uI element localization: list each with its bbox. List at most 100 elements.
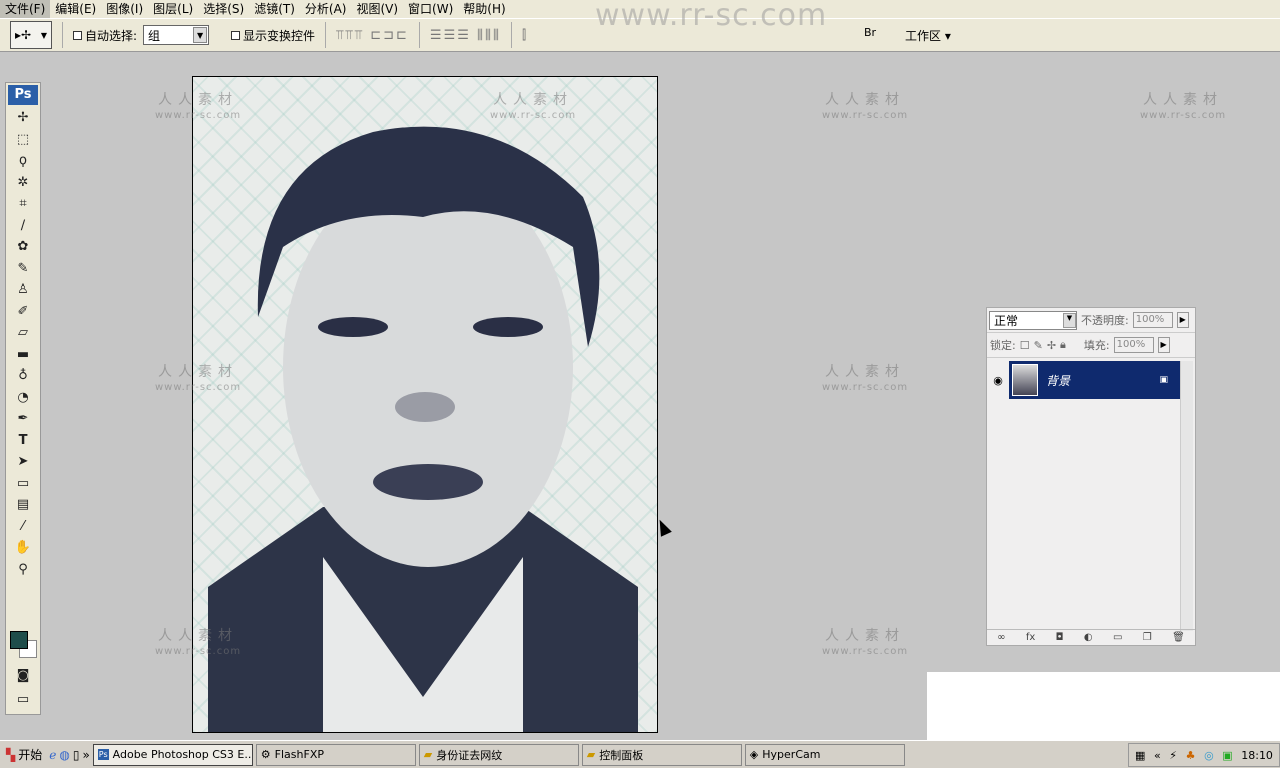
slice-tool-icon[interactable]: ∕ bbox=[6, 215, 40, 237]
layers-scrollbar[interactable] bbox=[1180, 361, 1193, 631]
zoom-tool-icon[interactable]: ⚲ bbox=[6, 559, 40, 581]
ie-icon[interactable]: ℯ bbox=[49, 748, 56, 762]
marquee-tool-icon[interactable]: ⬚ bbox=[6, 129, 40, 151]
shape-tool-icon[interactable]: ▭ bbox=[6, 473, 40, 495]
quicklaunch-icon[interactable]: ◍ bbox=[59, 748, 69, 762]
lasso-tool-icon[interactable]: ϙ bbox=[6, 150, 40, 172]
healing-brush-icon[interactable]: ✿ bbox=[6, 236, 40, 258]
clock: 18:10 bbox=[1241, 748, 1273, 762]
folder-icon: ▰ bbox=[423, 748, 433, 761]
qq-icon[interactable]: ♣ bbox=[1186, 749, 1196, 762]
history-brush-icon[interactable]: ✐ bbox=[6, 301, 40, 323]
document-canvas[interactable] bbox=[192, 76, 658, 733]
bridge-icon[interactable]: Br bbox=[864, 26, 886, 44]
keyboard-icon[interactable]: ▦ bbox=[1135, 749, 1145, 762]
lock-transparency-icon[interactable]: ☐ bbox=[1020, 339, 1030, 352]
eyedropper-icon[interactable]: ⁄ bbox=[6, 516, 40, 538]
fill-input[interactable]: 100% bbox=[1113, 337, 1154, 353]
menu-view[interactable]: 视图(V) bbox=[351, 0, 403, 18]
fill-slider-arrow[interactable]: ▶ bbox=[1157, 337, 1170, 353]
foreground-color-swatch[interactable] bbox=[10, 631, 28, 649]
layer-style-icon[interactable]: fx bbox=[1026, 632, 1035, 643]
workspace-button[interactable]: 工作区 ▾ bbox=[905, 27, 951, 44]
pen-tool-icon[interactable]: ✒ bbox=[6, 408, 40, 430]
eye-icon[interactable]: ◉ bbox=[987, 374, 1009, 387]
task-flashfxp[interactable]: ⚙ FlashFXP bbox=[255, 743, 416, 766]
task-hypercam[interactable]: ◈ HyperCam bbox=[744, 743, 905, 766]
ps-logo: Ps bbox=[8, 85, 38, 105]
layer-row[interactable]: ◉ 背景 ▣ bbox=[987, 361, 1182, 399]
chevron-down-icon: ▼ bbox=[193, 27, 208, 43]
move-tool-icon[interactable]: ✢ bbox=[6, 107, 40, 129]
task-photoshop[interactable]: Ps Adobe Photoshop CS3 E... bbox=[92, 743, 253, 766]
globe-icon[interactable]: ◎ bbox=[1204, 749, 1214, 762]
distribute-buttons[interactable]: ☰☰☰ ⫼⫼⫼ bbox=[430, 28, 501, 43]
type-tool-icon[interactable]: T bbox=[6, 430, 40, 452]
auto-select-checkbox[interactable]: 自动选择: bbox=[73, 27, 137, 44]
menu-edit[interactable]: 编辑(E) bbox=[50, 0, 101, 18]
menu-layer[interactable]: 图层(L) bbox=[148, 0, 198, 18]
align-buttons[interactable]: ⫪⫪⫪ ⊏⊐⊏ bbox=[336, 28, 409, 43]
lock-label: 锁定: bbox=[990, 339, 1016, 352]
brush-tool-icon[interactable]: ✎ bbox=[6, 258, 40, 280]
auto-select-dropdown[interactable]: 组 ▼ bbox=[143, 25, 210, 45]
tool-preset-picker[interactable]: ▸✢ ▼ bbox=[10, 21, 52, 49]
toolbox: Ps ✢ ⬚ ϙ ✲ ⌗ ∕ ✿ ✎ ♙ ✐ ▱ ▬ ♁ ◔ ✒ T ➤ ▭ ▤… bbox=[5, 82, 41, 715]
adjustment-layer-icon[interactable]: ◐ bbox=[1084, 632, 1093, 643]
add-mask-icon[interactable]: ◘ bbox=[1056, 632, 1064, 643]
opacity-input[interactable]: 100% bbox=[1132, 312, 1173, 328]
task-control-panel[interactable]: ▰ 控制面板 bbox=[581, 743, 742, 766]
lock-all-icon[interactable]: 🔒︎ bbox=[1060, 338, 1066, 352]
menu-bar: 文件(F) 编辑(E) 图像(I) 图层(L) 选择(S) 滤镜(T) 分析(A… bbox=[0, 0, 1280, 18]
notes-tool-icon[interactable]: ▤ bbox=[6, 494, 40, 516]
show-transform-checkbox[interactable]: 显示变换控件 bbox=[231, 27, 315, 44]
menu-filter[interactable]: 滤镜(T) bbox=[249, 0, 300, 18]
dodge-tool-icon[interactable]: ◔ bbox=[6, 387, 40, 409]
magic-wand-icon[interactable]: ✲ bbox=[6, 172, 40, 194]
new-group-icon[interactable]: ▭ bbox=[1113, 632, 1122, 643]
blur-tool-icon[interactable]: ♁ bbox=[6, 365, 40, 387]
lock-icon: ▣ bbox=[1159, 375, 1168, 385]
tray-expand-icon[interactable]: « bbox=[1154, 749, 1161, 762]
crop-tool-icon[interactable]: ⌗ bbox=[6, 193, 40, 215]
options-bar: ▸✢ ▼ 自动选择: 组 ▼ 显示变换控件 ⫪⫪⫪ ⊏⊐⊏ ☰☰☰ ⫼⫼⫼ ⫿ Br… bbox=[0, 18, 1280, 52]
auto-align-button[interactable]: ⫿ bbox=[522, 28, 528, 43]
trash-icon[interactable]: 🗑︎ bbox=[1172, 632, 1185, 643]
link-layers-icon[interactable]: ∞ bbox=[997, 632, 1005, 643]
menu-file[interactable]: 文件(F) bbox=[0, 0, 51, 18]
chevron-down-icon: ▼ bbox=[40, 30, 47, 40]
desktop-icon[interactable]: ▯ bbox=[73, 748, 80, 762]
fill-label: 填充: bbox=[1083, 339, 1110, 352]
watermark: 人人素材 www.rr-sc.com bbox=[822, 364, 909, 393]
menu-select[interactable]: 选择(S) bbox=[198, 0, 249, 18]
task-label: FlashFXP bbox=[274, 748, 324, 761]
monitor-icon[interactable]: ▣ bbox=[1222, 749, 1232, 762]
menu-analysis[interactable]: 分析(A) bbox=[300, 0, 352, 18]
menu-help[interactable]: 帮助(H) bbox=[458, 0, 510, 18]
eraser-tool-icon[interactable]: ▱ bbox=[6, 322, 40, 344]
layer-name: 背景 bbox=[1046, 373, 1071, 388]
task-folder[interactable]: ▰ 身份证去网纹 bbox=[418, 743, 579, 766]
lock-pixels-icon[interactable]: ✎ bbox=[1034, 339, 1043, 352]
flashfxp-icon: ⚙ bbox=[260, 748, 271, 761]
gradient-tool-icon[interactable]: ▬ bbox=[6, 344, 40, 366]
auto-select-label: 自动选择: bbox=[85, 28, 138, 43]
clone-stamp-icon[interactable]: ♙ bbox=[6, 279, 40, 301]
opacity-slider-arrow[interactable]: ▶ bbox=[1176, 312, 1189, 328]
folder-icon: ▰ bbox=[586, 748, 596, 761]
menu-image[interactable]: 图像(I) bbox=[101, 0, 148, 18]
screen-mode-icon[interactable]: ▭ bbox=[6, 689, 40, 711]
start-button[interactable]: ▚ 开始 bbox=[2, 744, 46, 766]
quick-mask-icon[interactable]: ◙ bbox=[6, 665, 40, 687]
more-chevron-icon[interactable]: » bbox=[82, 748, 89, 762]
blend-mode-dropdown[interactable]: 正常 ▼ bbox=[989, 310, 1077, 330]
blend-mode-value: 正常 bbox=[994, 313, 1019, 328]
path-select-icon[interactable]: ➤ bbox=[6, 451, 40, 473]
hand-tool-icon[interactable]: ✋ bbox=[6, 537, 40, 559]
chevron-down-icon: ▼ bbox=[1063, 312, 1076, 328]
lock-position-icon[interactable]: ✢ bbox=[1047, 339, 1056, 352]
menu-window[interactable]: 窗口(W) bbox=[403, 0, 458, 18]
portrait-photo bbox=[208, 126, 638, 732]
new-layer-icon[interactable]: ❐ bbox=[1143, 632, 1152, 643]
network-icon[interactable]: ⚡ bbox=[1169, 749, 1177, 762]
